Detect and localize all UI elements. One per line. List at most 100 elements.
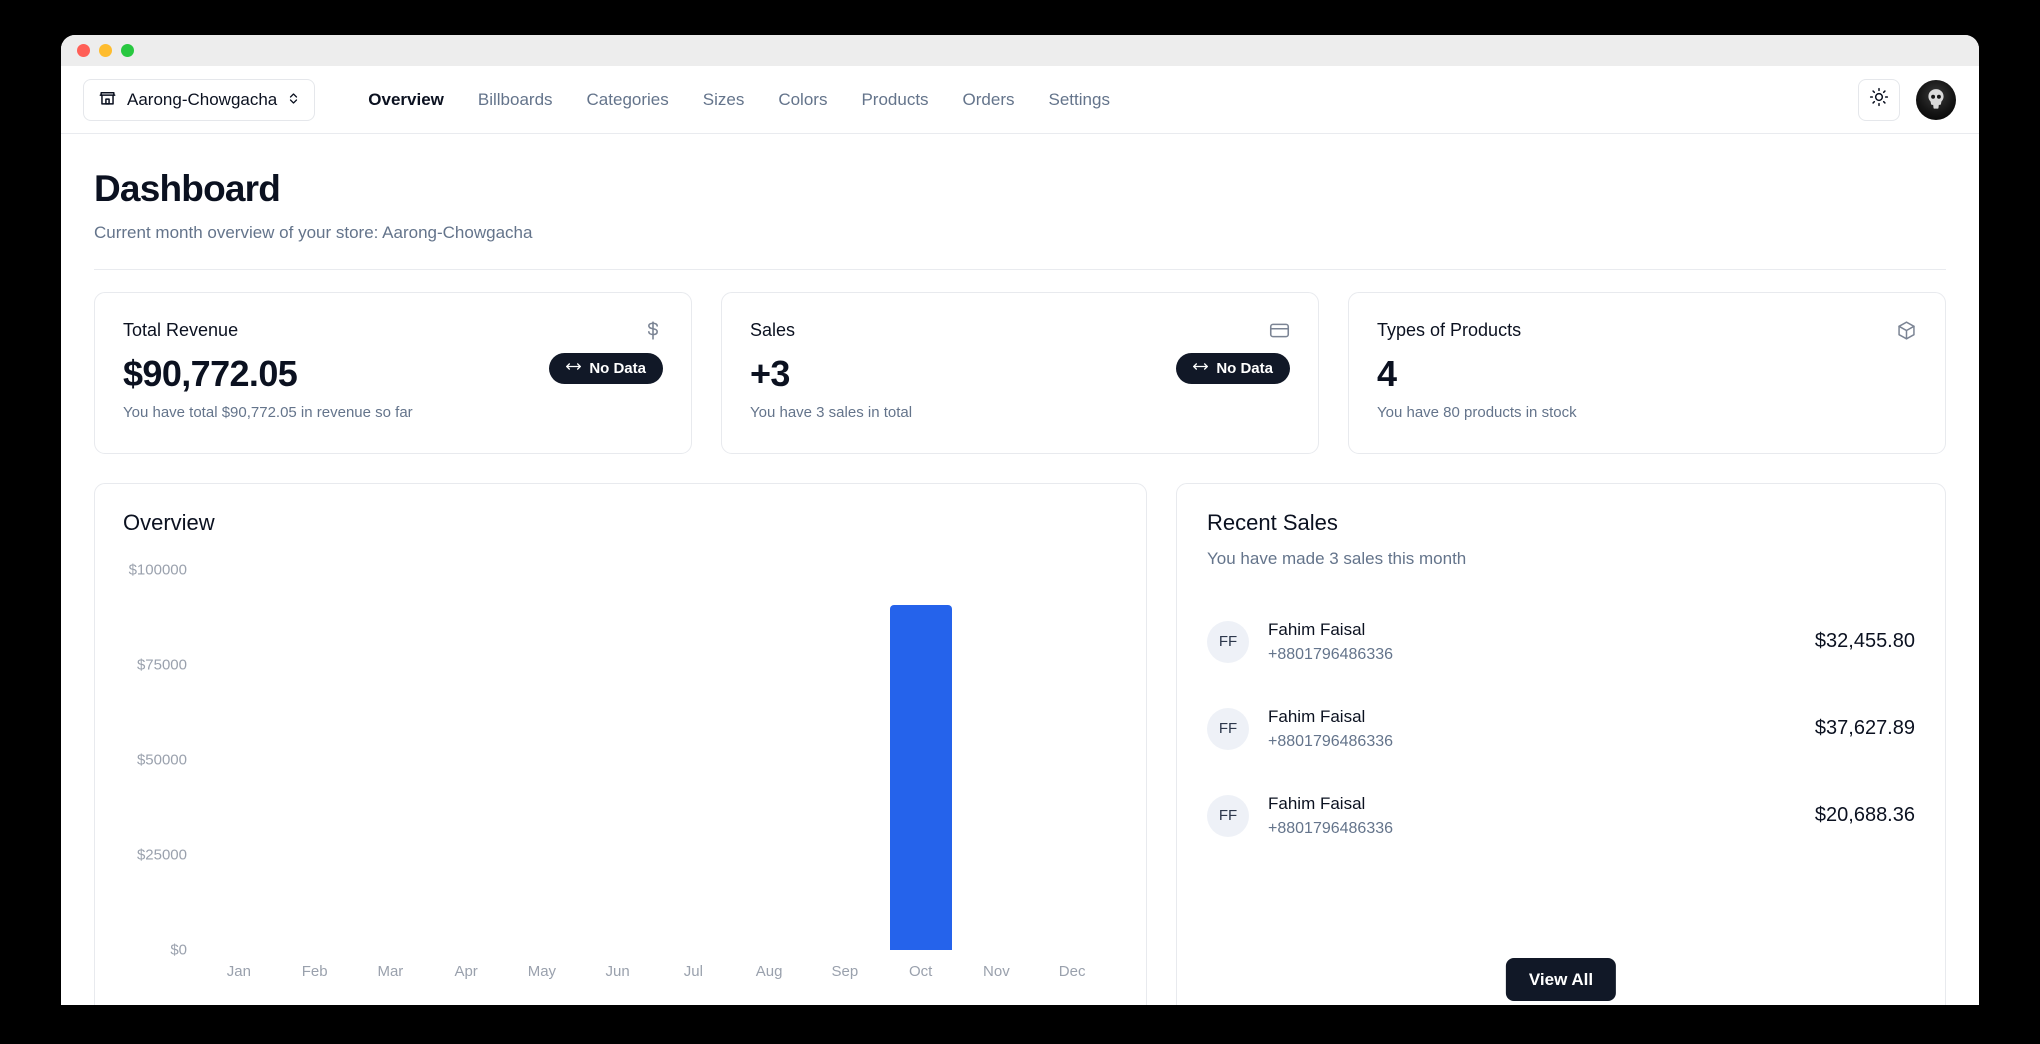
- close-window-button[interactable]: [77, 44, 90, 57]
- chart-bar-slot: [353, 570, 429, 950]
- y-axis-tick-label: $50000: [136, 751, 187, 769]
- recent-sale-customer-phone: +8801796486336: [1268, 645, 1394, 663]
- chart-bar-slot: [201, 570, 277, 950]
- nav-link-sizes[interactable]: Sizes: [686, 90, 762, 110]
- stat-card-types-of-products: Types of Products 4 You have 80 products…: [1348, 292, 1946, 454]
- header-divider: [94, 269, 1946, 270]
- store-switcher-button[interactable]: Aarong-Chowgacha: [83, 78, 316, 121]
- page-subtitle: Current month overview of your store: Aa…: [94, 223, 533, 242]
- recent-sale-customer-phone: +8801796486336: [1268, 819, 1394, 837]
- x-axis-tick-label: Jun: [605, 963, 630, 980]
- sun-icon: [1869, 87, 1889, 112]
- chart-bar-slot: [277, 570, 353, 950]
- stat-card-total-revenue: Total Revenue $90,772.05 You have total …: [94, 292, 692, 454]
- stat-card-description: You have total $90,772.05 in revenue so …: [123, 404, 413, 421]
- recent-sales-card: Recent Sales You have made 3 sales this …: [1176, 483, 1946, 1005]
- recent-sales-subtitle: You have made 3 sales this month: [1207, 549, 1467, 568]
- recent-sale-amount: $20,688.36: [1814, 804, 1915, 826]
- store-switcher-label: Aarong-Chowgacha: [127, 89, 278, 109]
- page-title: Dashboard: [94, 168, 281, 209]
- chart-bar-slot: [580, 570, 656, 950]
- dollar-icon: [643, 320, 663, 341]
- stat-card-description: You have 80 products in stock: [1377, 404, 1577, 421]
- x-axis-tick-label: Nov: [983, 963, 1010, 980]
- y-axis-tick-label: $25000: [136, 846, 187, 864]
- nav-right-controls: [1858, 78, 1956, 121]
- x-axis-tick-label: May: [527, 963, 557, 980]
- bar-chart: $0 $25000 $50000 $75000 $100000 Jan Feb Mar Apr…: [123, 562, 1118, 990]
- package-icon: [1896, 320, 1917, 341]
- x-axis-tick-label: Feb: [301, 963, 328, 980]
- x-axis-tick-label: Jan: [226, 963, 251, 980]
- avatar: FF: [1207, 620, 1249, 663]
- recent-sale-meta: Fahim Faisal +8801796486336: [1268, 620, 1393, 664]
- theme-toggle-button[interactable]: [1858, 78, 1900, 121]
- nav-link-settings[interactable]: Settings: [1032, 90, 1127, 110]
- left-right-arrow-icon: [566, 360, 582, 377]
- avatar: FF: [1207, 794, 1249, 837]
- minimize-window-button[interactable]: [99, 44, 112, 57]
- recent-sale-customer-name: Fahim Faisal: [1268, 706, 1366, 726]
- dashboard-page: Dashboard Current month overview of your…: [61, 134, 1979, 1005]
- main-nav-links: Overview Billboards Categories Sizes Col…: [351, 90, 1127, 110]
- stat-card-title: Total Revenue: [123, 320, 239, 340]
- x-axis-ticks: Jan Feb Mar Apr May Jun Jul Aug Sep Oct Nov Dec: [201, 963, 1110, 980]
- chart-bar-slot: [1034, 570, 1110, 950]
- recent-sale-row[interactable]: FF Fahim Faisal +8801796486336 $20,688.36: [1207, 772, 1915, 859]
- x-axis-tick-label: Jul: [683, 963, 703, 980]
- stat-card-sales: Sales +3 You have 3 sales in total No Da…: [721, 292, 1319, 454]
- y-axis-tick-label: $100000: [128, 561, 187, 579]
- recent-sale-amount: $32,455.80: [1814, 630, 1915, 652]
- user-avatar[interactable]: [1916, 79, 1956, 120]
- maximize-window-button[interactable]: [121, 44, 134, 57]
- chart-bar-slot: [504, 570, 580, 950]
- stat-card-header: Types of Products: [1377, 320, 1917, 341]
- nav-link-orders[interactable]: Orders: [946, 90, 1032, 110]
- chart-bar-slot: [807, 570, 883, 950]
- nav-link-categories[interactable]: Categories: [570, 90, 686, 110]
- stat-card-title: Types of Products: [1377, 320, 1522, 340]
- x-axis-tick-label: Apr: [454, 963, 478, 980]
- recent-sale-meta: Fahim Faisal +8801796486336: [1268, 794, 1393, 838]
- chart-bar-slot: [428, 570, 504, 950]
- stat-cards-row: Total Revenue $90,772.05 You have total …: [94, 292, 1946, 454]
- nav-link-billboards[interactable]: Billboards: [461, 90, 570, 110]
- overview-card-heading: Overview: [123, 510, 215, 535]
- y-axis-tick-label: $75000: [136, 656, 187, 674]
- nav-link-colors[interactable]: Colors: [761, 90, 844, 110]
- nav-link-overview[interactable]: Overview: [351, 90, 461, 110]
- chart-bars: [201, 570, 1110, 950]
- y-axis-tick-label: $0: [170, 941, 187, 959]
- recent-sale-customer-phone: +8801796486336: [1268, 732, 1394, 750]
- chart-bar-slot: [959, 570, 1035, 950]
- status-badge-label: No Data: [1216, 360, 1273, 377]
- chevron-up-down-icon: [287, 91, 300, 108]
- chart-bar-slot: [731, 570, 807, 950]
- recent-sales-list: FF Fahim Faisal +8801796486336 $32,455.80 FF…: [1207, 598, 1915, 859]
- chart-bar-slot: [656, 570, 732, 950]
- status-badge-label: No Data: [589, 360, 646, 377]
- status-badge-no-data: No Data: [1176, 353, 1290, 384]
- x-axis-tick-label: Sep: [831, 963, 859, 980]
- stat-card-title: Sales: [750, 320, 796, 340]
- store-icon: [98, 88, 117, 112]
- nav-link-products[interactable]: Products: [844, 90, 945, 110]
- view-all-button[interactable]: View All: [1505, 958, 1617, 1001]
- stat-card-value: 4: [1377, 353, 1397, 394]
- chart-bar[interactable]: [889, 605, 952, 950]
- recent-sale-row[interactable]: FF Fahim Faisal +8801796486336 $32,455.80: [1207, 598, 1915, 685]
- recent-sales-heading: Recent Sales: [1207, 510, 1338, 535]
- recent-sale-customer-name: Fahim Faisal: [1268, 619, 1366, 639]
- recent-sale-customer-name: Fahim Faisal: [1268, 793, 1366, 813]
- x-axis-tick-label: Aug: [755, 963, 783, 980]
- stat-card-header: Sales: [750, 320, 1290, 341]
- stat-card-header: Total Revenue: [123, 320, 663, 341]
- recent-sale-row[interactable]: FF Fahim Faisal +8801796486336 $37,627.89: [1207, 685, 1915, 772]
- x-axis-tick-label: Mar: [377, 963, 404, 980]
- status-badge-no-data: No Data: [549, 353, 663, 384]
- stat-card-description: You have 3 sales in total: [750, 404, 913, 421]
- dashboard-lower-row: Overview $0 $25000 $50000 $75000 $100000 Jan…: [94, 483, 1946, 1005]
- recent-sale-amount: $37,627.89: [1814, 717, 1915, 739]
- x-axis-tick-label: Oct: [908, 963, 933, 980]
- recent-sale-meta: Fahim Faisal +8801796486336: [1268, 707, 1393, 751]
